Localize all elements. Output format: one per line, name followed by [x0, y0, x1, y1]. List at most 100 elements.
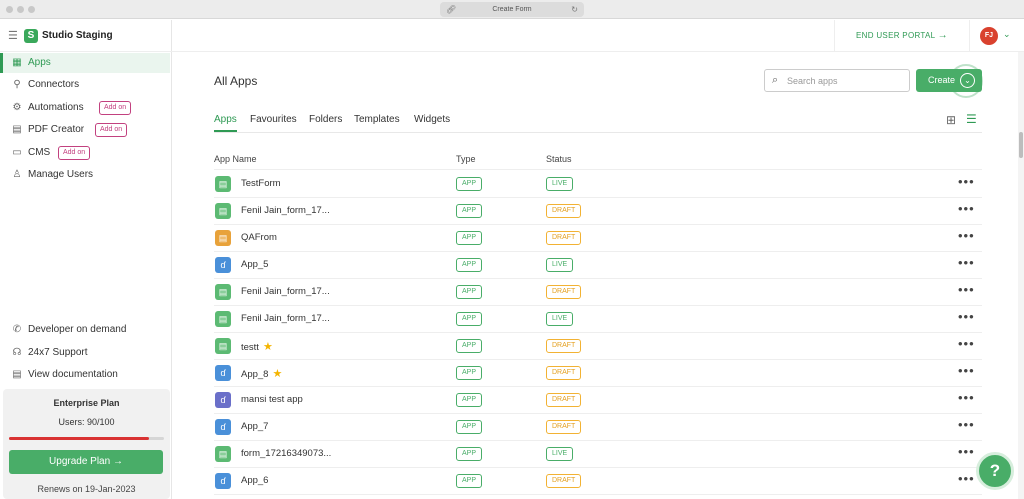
- chevron-down-icon[interactable]: ⌄: [1003, 29, 1011, 40]
- help-button[interactable]: ?: [976, 452, 1014, 490]
- table-row[interactable]: ▤ TestForm APP LIVE •••: [214, 171, 982, 198]
- table-row[interactable]: ɗ App_7 APP DRAFT •••: [214, 414, 982, 441]
- search-icon: ⌕: [772, 74, 779, 86]
- app-name[interactable]: Fenil Jain_form_17...: [241, 205, 330, 216]
- sidebar-item-manage-users[interactable]: ♙ Manage Users: [0, 165, 170, 185]
- more-options-icon[interactable]: •••: [958, 363, 975, 378]
- tab-apps[interactable]: Apps: [214, 114, 237, 132]
- status-badge: DRAFT: [546, 393, 582, 407]
- form-icon: ▤: [215, 284, 231, 300]
- app-name[interactable]: QAFrom: [241, 232, 277, 243]
- app-name[interactable]: Fenil Jain_form_17...: [241, 313, 330, 324]
- plan-usage-bar: [9, 437, 164, 440]
- tab-folders[interactable]: Folders: [309, 114, 342, 132]
- table-row[interactable]: ▤ Fenil Jain_form_17... APP LIVE •••: [214, 306, 982, 333]
- sidebar-item-connectors[interactable]: ⚲ Connectors: [0, 75, 170, 95]
- sidebar-item-cms[interactable]: ▭ CMS Add on: [0, 143, 170, 163]
- status-badge: LIVE: [546, 447, 574, 461]
- app-name-text: TestForm: [241, 178, 281, 189]
- app-name[interactable]: App_5: [241, 259, 268, 270]
- type-badge: APP: [456, 474, 483, 488]
- favourite-star-icon[interactable]: ★: [263, 341, 273, 353]
- app-name[interactable]: Fenil Jain_form_17...: [241, 286, 330, 297]
- table-row[interactable]: ɗ App_5 APP LIVE •••: [214, 252, 982, 279]
- create-button[interactable]: Create ⌄: [916, 69, 982, 92]
- table-row[interactable]: ▤ QAFrom APP DRAFT •••: [214, 225, 982, 252]
- arrow-right-icon: →: [937, 30, 948, 41]
- app-name[interactable]: App_6: [241, 475, 268, 486]
- tab-widgets[interactable]: Widgets: [414, 114, 450, 132]
- pdf-icon: ▤: [12, 124, 22, 135]
- more-options-icon[interactable]: •••: [958, 471, 975, 486]
- plan-card: Enterprise Plan Users: 90/100 Upgrade Pl…: [3, 389, 170, 499]
- cms-icon: ▭: [12, 147, 22, 158]
- more-options-icon[interactable]: •••: [958, 417, 975, 432]
- tab-favourites[interactable]: Favourites: [250, 114, 297, 132]
- table-header: App Name Type Status: [214, 152, 982, 170]
- scrollbar[interactable]: [1018, 52, 1024, 499]
- table-row[interactable]: ▤ testt ★ APP DRAFT •••: [214, 333, 982, 360]
- form-icon: ▤: [215, 176, 231, 192]
- window-zoom-dot[interactable]: [28, 6, 35, 13]
- favourite-star-icon[interactable]: ★: [272, 368, 282, 380]
- more-options-icon[interactable]: •••: [958, 255, 975, 270]
- brand-name: Studio Staging: [42, 30, 113, 41]
- app-name[interactable]: TestForm: [241, 178, 281, 189]
- connector-icon: ⚲: [13, 79, 21, 90]
- plan-title: Enterprise Plan: [53, 398, 120, 408]
- more-options-icon[interactable]: •••: [958, 336, 975, 351]
- app-name[interactable]: App_7: [241, 421, 268, 432]
- chevron-down-icon[interactable]: ⌄: [960, 73, 975, 88]
- sidebar-item-label: PDF Creator: [28, 124, 85, 135]
- more-options-icon[interactable]: •••: [958, 309, 975, 324]
- form-icon: ▤: [215, 230, 231, 246]
- sidebar-link-developer-on-demand[interactable]: ✆ Developer on demand: [0, 320, 170, 340]
- table-row[interactable]: ɗ mansi test app APP DRAFT •••: [214, 387, 982, 414]
- app-name[interactable]: testt ★: [241, 340, 273, 353]
- sidebar-item-label: Connectors: [28, 79, 80, 90]
- sidebar-link-label: 24x7 Support: [28, 347, 88, 358]
- more-options-icon[interactable]: •••: [958, 444, 975, 459]
- url-bar[interactable]: 🔗︎ Create Form ↻: [440, 2, 584, 17]
- status-badge: LIVE: [546, 258, 574, 272]
- more-options-icon[interactable]: •••: [958, 201, 975, 216]
- app-name[interactable]: App_8 ★: [241, 367, 282, 380]
- table-row[interactable]: ▤ form_17216349073... APP LIVE •••: [214, 441, 982, 468]
- table-row[interactable]: ɗ App_6 APP DRAFT •••: [214, 468, 982, 495]
- sidebar-item-label: CMS: [28, 147, 51, 158]
- table-row[interactable]: ▤ Fenil Jain_form_17... APP DRAFT •••: [214, 198, 982, 225]
- end-user-portal-link[interactable]: END USER PORTAL →: [834, 20, 970, 52]
- table-row[interactable]: ▤ Fenil Jain_form_17... APP DRAFT •••: [214, 279, 982, 306]
- app-name-text: mansi test app: [241, 394, 303, 405]
- search-input[interactable]: [787, 74, 902, 88]
- scroll-thumb[interactable]: [1019, 132, 1023, 158]
- search-box[interactable]: ⌕: [764, 69, 910, 92]
- window-close-dot[interactable]: [6, 6, 13, 13]
- upgrade-plan-button[interactable]: Upgrade Plan →: [9, 450, 163, 474]
- table-row[interactable]: ɗ App_8 ★ APP DRAFT •••: [214, 360, 982, 387]
- list-view-icon[interactable]: ☰: [966, 112, 977, 126]
- menu-icon[interactable]: ☰: [8, 29, 18, 42]
- sidebar-link-view-documentation[interactable]: ▤ View documentation: [0, 365, 170, 385]
- status-badge: DRAFT: [546, 285, 582, 299]
- sidebar-item-automations[interactable]: ⚙ Automations Add on: [0, 98, 170, 118]
- more-options-icon[interactable]: •••: [958, 390, 975, 405]
- sidebar-link-24x7-support[interactable]: ☊ 24x7 Support: [0, 343, 170, 363]
- more-options-icon[interactable]: •••: [958, 228, 975, 243]
- plan-renewal-date: Renews on 19-Jan-2023: [37, 484, 136, 494]
- more-options-icon[interactable]: •••: [958, 174, 975, 189]
- column-type: Type: [456, 154, 476, 164]
- reload-icon[interactable]: ↻: [571, 2, 578, 17]
- window-minimize-dot[interactable]: [17, 6, 24, 13]
- sidebar-item-pdf-creator[interactable]: ▤ PDF Creator Add on: [0, 120, 170, 140]
- more-options-icon[interactable]: •••: [958, 282, 975, 297]
- app-name[interactable]: mansi test app: [241, 394, 303, 405]
- sidebar-link-label: View documentation: [28, 369, 118, 380]
- app-name-text: App_8: [241, 369, 269, 380]
- grid-view-icon[interactable]: ⊞: [946, 113, 956, 127]
- user-avatar[interactable]: FJ: [980, 27, 998, 45]
- tab-templates[interactable]: Templates: [354, 114, 400, 132]
- sidebar-item-apps[interactable]: ▦ Apps: [0, 53, 170, 73]
- type-badge: APP: [456, 177, 483, 191]
- app-name[interactable]: form_17216349073...: [241, 448, 331, 459]
